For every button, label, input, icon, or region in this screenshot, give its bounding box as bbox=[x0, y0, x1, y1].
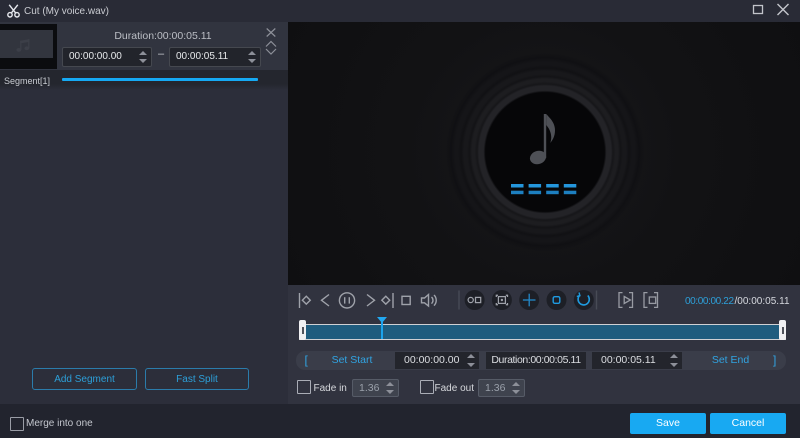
svg-text:00:00:00.22: 00:00:00.22 bbox=[685, 296, 734, 307]
svg-text:/00:00:05.11: /00:00:05.11 bbox=[735, 296, 790, 307]
